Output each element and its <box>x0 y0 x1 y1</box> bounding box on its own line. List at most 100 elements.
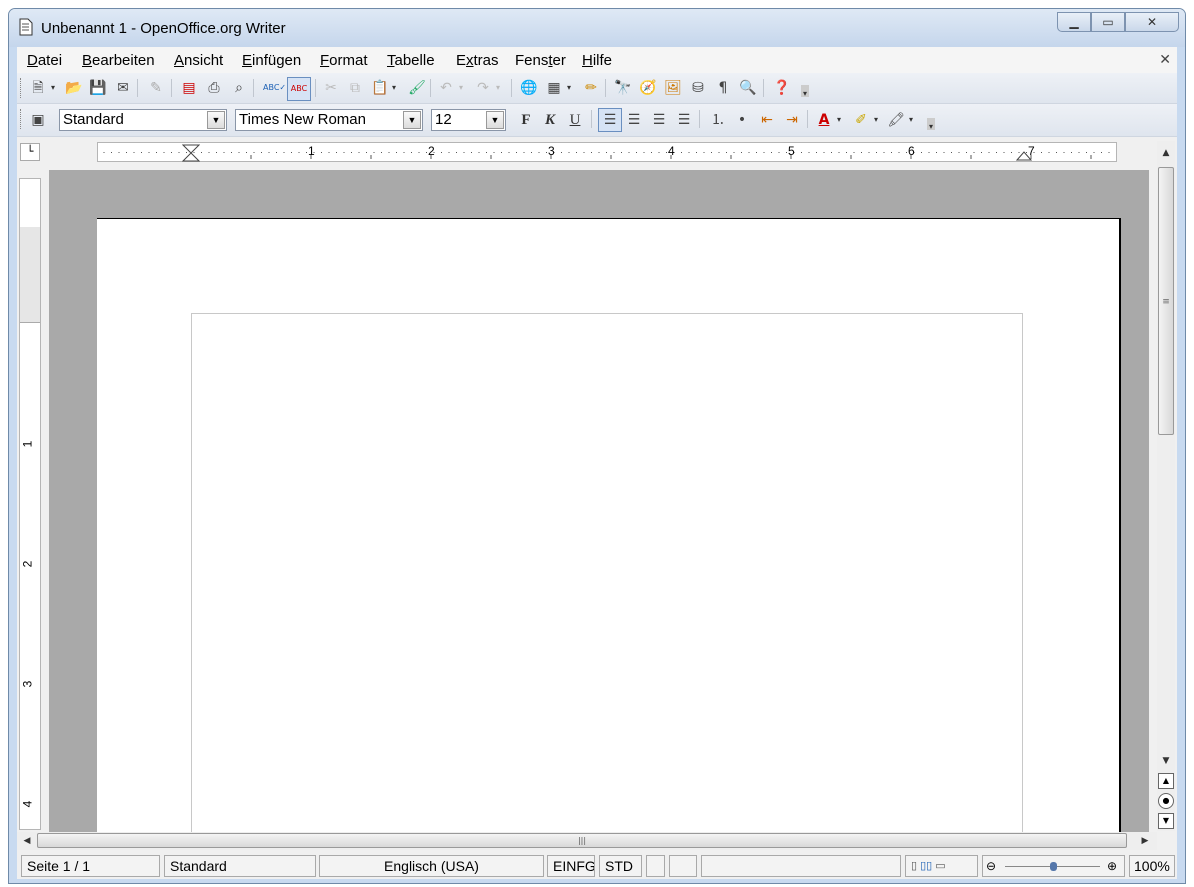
table-dropdown-icon[interactable]: ▾ <box>565 79 573 97</box>
document-page[interactable] <box>97 218 1121 832</box>
scroll-right-icon[interactable]: ▶ <box>1137 833 1153 849</box>
background-color-dropdown-icon[interactable]: ▾ <box>907 111 915 129</box>
menu-datei[interactable]: Datei <box>27 52 62 69</box>
highlighting-dropdown-icon[interactable]: ▾ <box>872 111 880 129</box>
status-page-style[interactable]: Standard <box>164 855 316 877</box>
align-center-icon[interactable]: ☰ <box>625 111 643 129</box>
menu-hilfe[interactable]: Hilfe <box>582 52 612 69</box>
zoom-in-icon[interactable]: ⊕ <box>1107 856 1117 876</box>
book-view-icon[interactable]: ▭ <box>935 860 945 872</box>
status-page[interactable]: Seite 1 / 1 <box>21 855 160 877</box>
draw-functions-icon[interactable]: ✏ <box>582 79 600 97</box>
font-size-select[interactable]: 12 ▼ <box>431 109 506 131</box>
align-right-icon[interactable]: ☰ <box>650 111 668 129</box>
chevron-down-icon[interactable]: ▼ <box>486 111 504 129</box>
maximize-button[interactable]: ▭ <box>1091 12 1125 32</box>
underline-button[interactable]: U <box>566 111 584 129</box>
data-sources-icon[interactable]: ⛁ <box>689 79 707 97</box>
paste-icon[interactable]: 📋 <box>371 79 389 97</box>
menu-einfuegen[interactable]: Einfügen <box>242 52 301 69</box>
align-left-icon[interactable]: ☰ <box>598 108 622 132</box>
status-insert-mode[interactable]: EINFG <box>547 855 595 877</box>
menu-format[interactable]: Format <box>320 52 368 69</box>
menu-fenster[interactable]: Fenster <box>515 52 566 69</box>
zoom-slider-thumb[interactable] <box>1049 862 1057 871</box>
vertical-ruler[interactable]: 1 2 3 4 <box>19 178 41 830</box>
close-button[interactable]: ✕ <box>1125 12 1179 32</box>
text-area-boundary[interactable] <box>191 313 1023 832</box>
zoom-slider[interactable]: ⊖ ⊕ <box>982 855 1125 877</box>
navigator-icon[interactable]: 🧭 <box>639 79 657 97</box>
italic-button[interactable]: K <box>541 111 559 129</box>
multi-page-view-icon[interactable]: ▯▯ <box>920 860 932 872</box>
toolbar-overflow-icon[interactable]: ▾ <box>801 85 809 98</box>
zoom-out-icon[interactable]: ⊖ <box>986 856 996 876</box>
decrease-indent-icon[interactable]: ⇤ <box>758 111 776 129</box>
paste-dropdown-icon[interactable]: ▾ <box>390 79 398 97</box>
tab-selector[interactable]: └ <box>20 143 40 161</box>
hyperlink-icon[interactable]: 🌐 <box>520 79 538 97</box>
bullets-icon[interactable]: • <box>733 111 751 129</box>
next-page-icon[interactable]: ▼ <box>1158 813 1174 829</box>
styles-formatting-icon[interactable]: ▣ <box>29 111 47 129</box>
horizontal-scroll-thumb[interactable]: ||| <box>37 833 1127 848</box>
menu-tabelle[interactable]: Tabelle <box>387 52 435 69</box>
highlighting-icon[interactable]: ✐ <box>852 111 870 129</box>
document-close-icon[interactable]: ✕ <box>1159 51 1171 68</box>
font-name-select[interactable]: Times New Roman ▼ <box>235 109 423 131</box>
justify-icon[interactable]: ☰ <box>675 111 693 129</box>
chevron-down-icon[interactable]: ▼ <box>403 111 421 129</box>
toolbar-grip[interactable] <box>20 78 24 98</box>
vertical-scrollbar[interactable]: ▲ ≡ ▼ ▲ ● ▼ <box>1157 141 1175 831</box>
print-icon[interactable]: ⎙ <box>205 79 223 97</box>
left-indent-marker-icon[interactable] <box>182 144 200 162</box>
cut-icon[interactable]: ✂ <box>322 79 340 97</box>
email-icon[interactable]: ✉ <box>114 79 132 97</box>
zoom-icon[interactable]: 🔍 <box>739 79 757 97</box>
menu-extras[interactable]: Extras <box>456 52 499 69</box>
background-color-icon[interactable]: 🖍 <box>887 111 905 129</box>
help-icon[interactable]: ❓ <box>773 79 791 97</box>
formatting-marks-icon[interactable]: ¶ <box>714 79 732 97</box>
title-bar[interactable]: Unbenannt 1 - OpenOffice.org Writer ▁ ▭ … <box>9 9 1185 47</box>
menu-bearbeiten[interactable]: Bearbeiten <box>82 52 155 69</box>
find-replace-icon[interactable]: 🔭 <box>614 79 632 97</box>
export-pdf-icon[interactable]: ▤ <box>180 79 198 97</box>
minimize-button[interactable]: ▁ <box>1057 12 1091 32</box>
spellcheck-icon[interactable]: ABC✓ <box>263 79 286 97</box>
scroll-left-icon[interactable]: ◀ <box>19 833 35 849</box>
copy-icon[interactable]: ⧉ <box>346 79 364 97</box>
horizontal-ruler[interactable]: 1 2 3 4 5 6 7 <box>97 142 1117 162</box>
table-icon[interactable]: ▦ <box>545 79 563 97</box>
open-folder-icon[interactable]: 📂 <box>65 79 83 97</box>
undo-icon[interactable]: ↶ <box>437 79 455 97</box>
new-dropdown-icon[interactable]: ▾ <box>49 79 57 97</box>
undo-dropdown-icon[interactable]: ▾ <box>457 79 465 97</box>
numbering-icon[interactable]: ⒈ <box>709 111 727 129</box>
vertical-scroll-thumb[interactable]: ≡ <box>1158 167 1174 435</box>
status-signature[interactable] <box>669 855 697 877</box>
scroll-down-icon[interactable]: ▼ <box>1158 753 1174 769</box>
font-color-icon[interactable]: A <box>815 111 833 129</box>
redo-dropdown-icon[interactable]: ▾ <box>494 79 502 97</box>
previous-page-icon[interactable]: ▲ <box>1158 773 1174 789</box>
redo-icon[interactable]: ↷ <box>474 79 492 97</box>
save-icon[interactable]: 💾 <box>89 79 107 97</box>
autospellcheck-icon[interactable]: ABC <box>287 77 311 101</box>
status-selection-mode[interactable]: STD <box>599 855 642 877</box>
print-preview-icon[interactable]: ⌕ <box>230 79 248 97</box>
menu-ansicht[interactable]: Ansicht <box>174 52 223 69</box>
gallery-icon[interactable]: 🖼 <box>664 79 682 97</box>
toolbar-overflow-icon[interactable]: ▾ <box>927 118 935 131</box>
format-paintbrush-icon[interactable]: 🖌 <box>408 79 426 97</box>
single-page-view-icon[interactable]: ▯ <box>911 860 917 872</box>
navigation-icon[interactable]: ● <box>1158 793 1174 809</box>
scroll-up-icon[interactable]: ▲ <box>1158 145 1174 161</box>
increase-indent-icon[interactable]: ⇥ <box>783 111 801 129</box>
horizontal-scrollbar[interactable]: ◀ ||| ▶ <box>17 832 1157 850</box>
paragraph-style-select[interactable]: Standard ▼ <box>59 109 227 131</box>
status-document-modified[interactable] <box>646 855 665 877</box>
font-color-dropdown-icon[interactable]: ▾ <box>835 111 843 129</box>
bold-button[interactable]: F <box>517 111 535 129</box>
status-language[interactable]: Englisch (USA) <box>319 855 544 877</box>
